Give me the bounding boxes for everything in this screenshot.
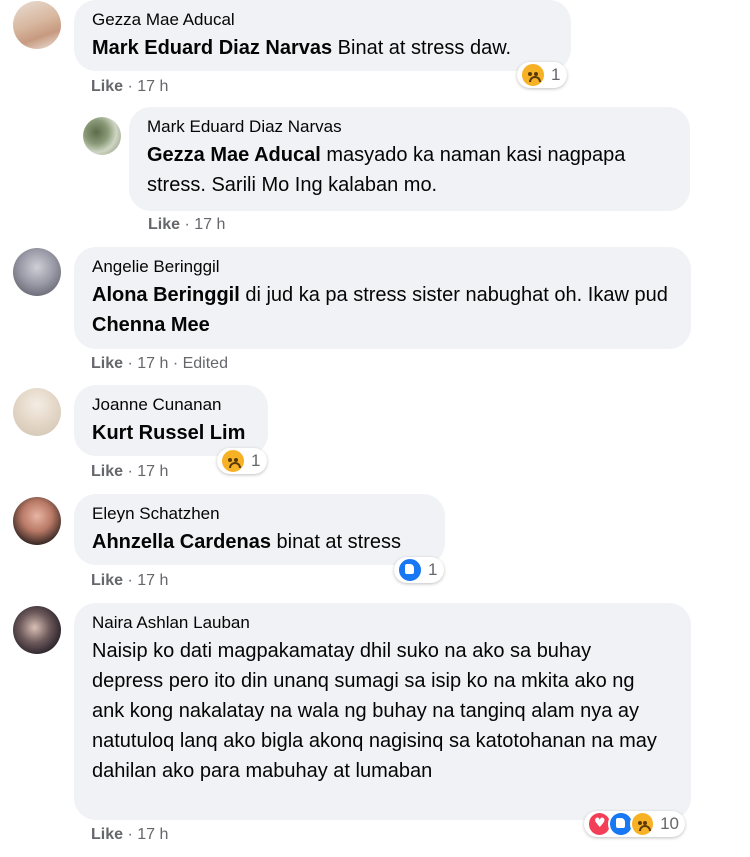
comment-meta: Like · 17 h (91, 572, 168, 590)
separator: · (123, 572, 138, 589)
timestamp[interactable]: 17 h (137, 826, 168, 843)
mention-link[interactable]: Kurt Russel Lim (92, 422, 245, 444)
timestamp[interactable]: 17 h (137, 572, 168, 589)
timestamp[interactable]: 17 h (194, 216, 225, 233)
like-link[interactable]: Like (91, 463, 123, 480)
like-link[interactable]: Like (91, 78, 123, 95)
comment-bubble: Eleyn Schatzhen Ahnzella Cardenas binat … (74, 494, 445, 565)
like-emoji-icon (397, 557, 423, 583)
like-link[interactable]: Like (91, 355, 123, 372)
mention-link[interactable]: Gezza Mae Aducal (147, 144, 321, 166)
timestamp[interactable]: 17 h (137, 355, 168, 372)
like-link[interactable]: Like (148, 216, 180, 233)
sad-emoji-icon (629, 811, 656, 837)
separator: · (123, 463, 138, 480)
avatar[interactable] (13, 388, 61, 436)
mention-link[interactable]: Ahnzella Cardenas (92, 531, 271, 553)
comment-meta: Like · 17 h · Edited (91, 355, 228, 373)
comment-body: di jud ka pa stress sister nabughat oh. … (239, 284, 668, 306)
comment-body: Binat at stress daw. (332, 37, 512, 59)
separator: · (123, 78, 138, 95)
comment-author[interactable]: Naira Ashlan Lauban (92, 612, 673, 634)
timestamp[interactable]: 17 h (137, 463, 168, 480)
avatar[interactable] (13, 1, 61, 49)
mention-link[interactable]: Chenna Mee (92, 314, 210, 336)
separator: · (180, 216, 195, 233)
reaction-summary[interactable]: 1 (517, 62, 567, 88)
sad-emoji-icon (220, 448, 246, 474)
reaction-count: 1 (551, 65, 561, 84)
reaction-summary[interactable]: 1 (394, 557, 444, 583)
avatar[interactable] (13, 497, 61, 545)
timestamp[interactable]: 17 h (137, 78, 168, 95)
comment-meta: Like · 17 h (91, 78, 168, 96)
avatar[interactable] (13, 606, 61, 654)
sad-emoji-icon (520, 62, 546, 88)
reaction-count: 10 (660, 814, 679, 833)
reaction-summary[interactable]: 10 (584, 811, 685, 837)
comment-author[interactable]: Mark Eduard Diaz Narvas (147, 116, 672, 138)
comment-author[interactable]: Eleyn Schatzhen (92, 503, 427, 525)
comment-author[interactable]: Angelie Beringgil (92, 256, 673, 278)
comment-text: Naisip ko dati magpakamatay dhil suko na… (92, 640, 657, 782)
avatar[interactable] (83, 117, 121, 155)
comment-bubble: Gezza Mae Aducal Mark Eduard Diaz Narvas… (74, 0, 571, 71)
reaction-count: 1 (428, 560, 438, 579)
comment-bubble: Angelie Beringgil Alona Beringgil di jud… (74, 247, 691, 349)
separator: · (123, 355, 138, 372)
comment-meta: Like · 17 h (91, 826, 168, 844)
reaction-summary[interactable]: 1 (217, 448, 267, 474)
mention-link[interactable]: Alona Beringgil (92, 284, 240, 306)
comment-text: Ahnzella Cardenas binat at stress (92, 527, 427, 557)
comment-text: Alona Beringgil di jud ka pa stress sist… (92, 280, 673, 340)
comment-text: Gezza Mae Aducal masyado ka naman kasi n… (147, 140, 627, 200)
reaction-count: 1 (251, 451, 261, 470)
edited-label: Edited (182, 355, 228, 372)
comment-text: Mark Eduard Diaz Narvas Binat at stress … (92, 33, 553, 63)
comment-text: Kurt Russel Lim (92, 418, 250, 448)
mention-link[interactable]: Mark Eduard Diaz Narvas (92, 37, 332, 59)
like-link[interactable]: Like (91, 826, 123, 843)
avatar[interactable] (13, 248, 61, 296)
comment-bubble: Joanne Cunanan Kurt Russel Lim (74, 385, 268, 456)
separator: · (123, 826, 138, 843)
comment-meta: Like · 17 h (91, 463, 168, 481)
separator: · (168, 355, 183, 372)
comment-author[interactable]: Gezza Mae Aducal (92, 9, 553, 31)
comment-bubble: Mark Eduard Diaz Narvas Gezza Mae Aducal… (129, 107, 690, 211)
comment-bubble: Naira Ashlan Lauban Naisip ko dati magpa… (74, 603, 691, 820)
comment-body: binat at stress (270, 531, 402, 553)
comment-meta: Like · 17 h (148, 216, 225, 234)
comment-author[interactable]: Joanne Cunanan (92, 394, 250, 416)
like-link[interactable]: Like (91, 572, 123, 589)
